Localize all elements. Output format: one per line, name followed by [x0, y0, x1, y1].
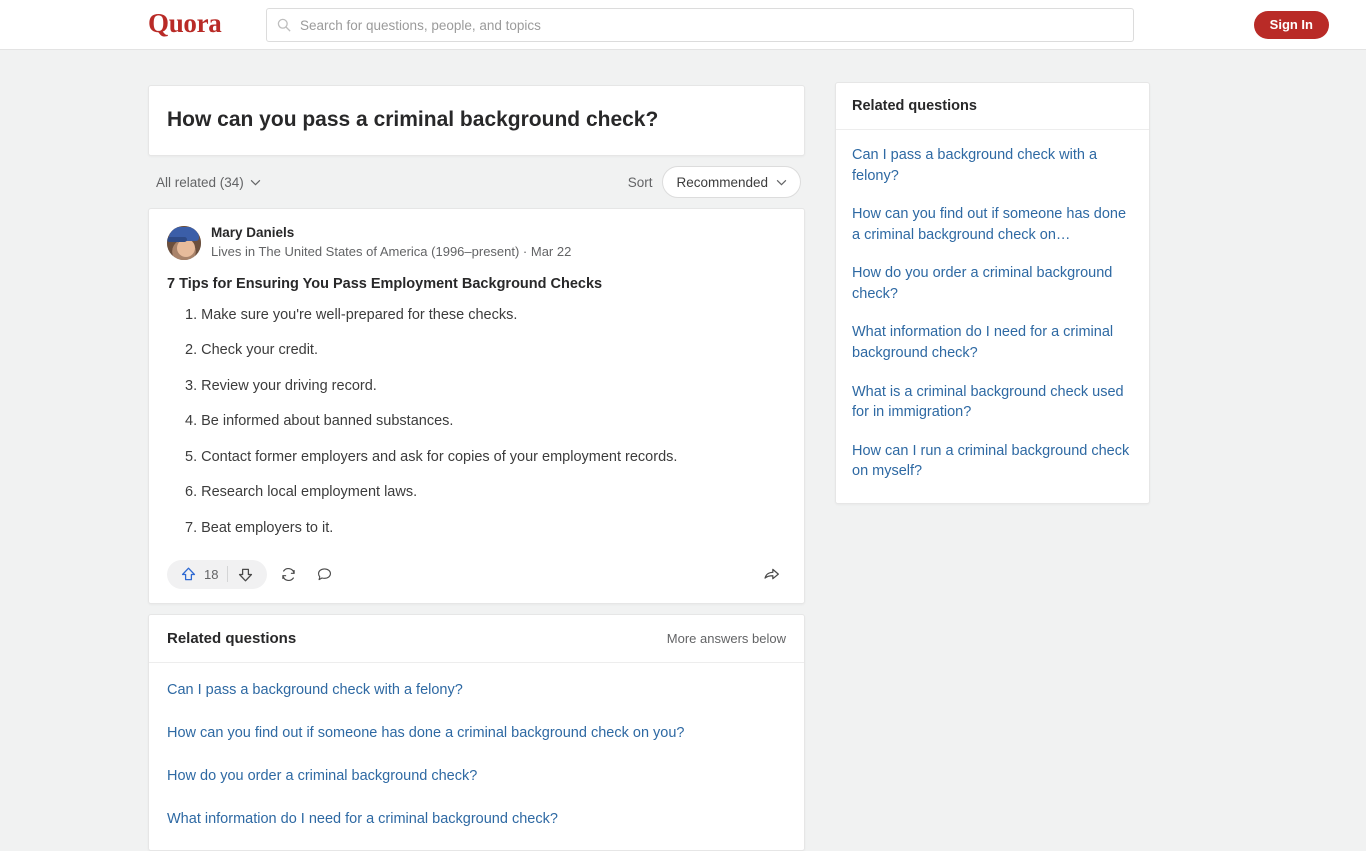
related-question-link[interactable]: What information do I need for a crimina…	[167, 798, 786, 841]
answer-card: Mary Daniels Lives in The United States …	[148, 208, 805, 604]
vote-control: 18	[167, 559, 268, 589]
answer-tip-list: 1. Make sure you're well-prepared for th…	[167, 304, 786, 539]
repost-button[interactable]	[273, 560, 303, 589]
related-questions-title: Related questions	[167, 629, 297, 647]
action-group-left: 18	[167, 559, 339, 589]
related-questions-card: Related questions More answers below Can…	[148, 613, 805, 851]
upvote-count: 18	[204, 566, 219, 582]
related-question-link[interactable]: How can you find out if someone has done…	[167, 712, 786, 755]
comment-button[interactable]	[309, 560, 339, 589]
sidebar-header: Related questions	[836, 83, 1149, 130]
related-questions-header: Related questions More answers below	[149, 615, 804, 663]
repost-icon	[282, 567, 295, 581]
answer-body: Mary Daniels Lives in The United States …	[149, 209, 804, 539]
related-questions-list: Can I pass a background check with a fel…	[149, 663, 804, 850]
sidebar-question-link[interactable]: How do you order a criminal background c…	[852, 254, 1133, 313]
list-item: 2. Check your credit.	[185, 342, 318, 359]
author-credential: Lives in The United States of America (1…	[211, 243, 572, 259]
list-item: 6. Research local employment laws.	[185, 484, 418, 501]
downvote-button[interactable]	[228, 560, 263, 589]
comment-bubble-icon	[317, 568, 331, 581]
share-button[interactable]	[756, 560, 786, 589]
search-icon	[277, 18, 291, 32]
sidebar-question-list: Can I pass a background check with a fel…	[836, 130, 1149, 503]
sidebar-column: Related questions Can I pass a backgroun…	[835, 82, 1150, 504]
chevron-down-icon	[776, 179, 787, 186]
sidebar-question-link[interactable]: Can I pass a background check with a fel…	[852, 136, 1133, 195]
chevron-down-icon	[250, 179, 261, 186]
downvote-arrow-icon	[239, 568, 253, 582]
all-related-label: All related (34)	[156, 174, 244, 190]
sign-in-button[interactable]: Sign In	[1253, 11, 1329, 39]
sidebar-question-link[interactable]: How can I run a criminal background chec…	[852, 432, 1133, 491]
sort-controls: Sort Recommended	[627, 166, 801, 199]
all-related-dropdown[interactable]: All related (34)	[156, 175, 261, 190]
related-question-link[interactable]: Can I pass a background check with a fel…	[167, 669, 786, 712]
list-item: 4. Be informed about banned substances.	[185, 413, 454, 430]
answer-author: Mary Daniels Lives in The United States …	[167, 223, 786, 261]
sidebar-title: Related questions	[852, 98, 977, 114]
answer-heading: 7 Tips for Ensuring You Pass Employment …	[167, 275, 603, 292]
sidebar-question-link[interactable]: How can you find out if someone has done…	[852, 195, 1133, 254]
list-item: 1. Make sure you're well-prepared for th…	[185, 306, 518, 323]
quora-logo[interactable]: Quora	[148, 8, 222, 39]
list-item: 3. Review your driving record.	[185, 377, 377, 394]
upvote-button[interactable]: 18	[171, 560, 227, 589]
author-text-block: Mary Daniels Lives in The United States …	[211, 223, 571, 261]
answer-action-bar: 18	[149, 552, 804, 603]
related-question-link[interactable]: How do you order a criminal background c…	[167, 755, 786, 798]
search-bar[interactable]	[266, 8, 1134, 42]
author-name[interactable]: Mary Daniels	[211, 223, 571, 243]
answers-filter-bar: All related (34) Sort Recommended	[148, 156, 805, 208]
avatar[interactable]	[167, 225, 201, 260]
more-answers-below-label[interactable]: More answers below	[667, 631, 786, 646]
sort-selected-value: Recommended	[676, 174, 768, 190]
sort-dropdown[interactable]: Recommended	[662, 166, 801, 199]
list-item: 7. Beat employers to it.	[185, 519, 334, 536]
main-content-column: How can you pass a criminal background c…	[148, 85, 805, 851]
sidebar-question-link[interactable]: What information do I need for a crimina…	[852, 313, 1133, 372]
list-item: 5. Contact former employers and ask for …	[185, 448, 678, 465]
search-input[interactable]	[300, 17, 1123, 33]
sidebar-question-link[interactable]: What is a criminal background check used…	[852, 373, 1133, 432]
question-title-card: How can you pass a criminal background c…	[148, 85, 805, 157]
upvote-arrow-icon	[181, 567, 196, 581]
top-navigation-bar: Quora Sign In	[0, 0, 1366, 50]
share-arrow-icon	[763, 568, 779, 580]
avatar-cap-brim	[167, 236, 187, 242]
page-title: How can you pass a criminal background c…	[167, 108, 659, 131]
sidebar-related-questions-card: Related questions Can I pass a backgroun…	[835, 82, 1150, 504]
sort-label: Sort	[627, 174, 653, 190]
